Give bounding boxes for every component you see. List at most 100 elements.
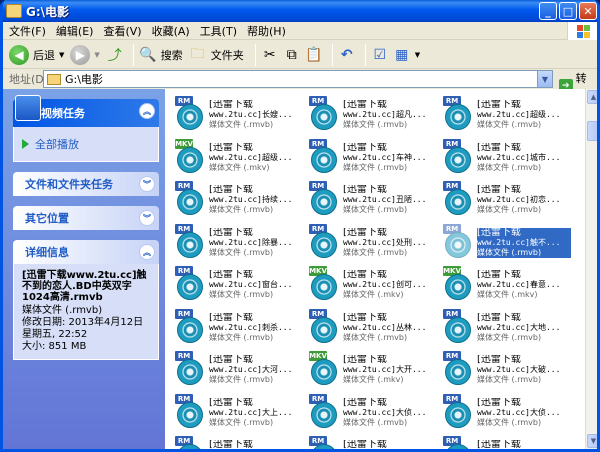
file-item[interactable]: RM [迅雷下载 www.2tu.cc]初恋... 媒体文件 (.rmvb) bbox=[435, 179, 569, 219]
file-item[interactable]: RM [迅雷下载 bbox=[435, 434, 569, 449]
minimize-button[interactable]: _ bbox=[539, 2, 557, 20]
file-type: 媒体文件 (.rmvb) bbox=[343, 205, 408, 214]
forward-dropdown-icon[interactable]: ▼ bbox=[94, 51, 99, 59]
file-label: [迅雷下载 www.2tu.cc]丑陋... 媒体文件 (.rmvb) bbox=[343, 185, 437, 215]
video-tasks-title: 视频任务 bbox=[41, 107, 85, 120]
views-icon[interactable]: ▦ bbox=[393, 46, 411, 64]
file-name-line2: www.2tu.cc]处刑... bbox=[343, 237, 427, 247]
file-item[interactable]: RM [迅雷下载 www.2tu.cc]丑陋... 媒体文件 (.rmvb) bbox=[301, 179, 435, 219]
file-item[interactable]: RM [迅雷下载 www.2tu.cc]持续... 媒体文件 (.rmvb) bbox=[167, 179, 301, 219]
media-file-icon: RM bbox=[171, 393, 205, 430]
file-item[interactable]: MKV [迅雷下载 www.2tu.cc]春意... 媒体文件 (.mkv) bbox=[435, 264, 569, 304]
explorer-window: G:\电影 _ □ ✕ 文件(F) 编辑(E) 查看(V) 收藏(A) 工具(T… bbox=[0, 0, 600, 452]
details-filename: [迅雷下载www.2tu.cc]触不到的恋人.BD中英双字1024高清.rmvb bbox=[22, 270, 147, 303]
address-bar: 地址(D) G:\电影 ▼ ➔ 转到 bbox=[3, 70, 597, 101]
media-file-icon: RM bbox=[171, 351, 205, 387]
film-reel-icon bbox=[311, 104, 337, 130]
menu-tools[interactable]: 工具(T) bbox=[200, 23, 237, 39]
file-name-line2: www.2tu.cc]窗台... bbox=[209, 280, 293, 289]
address-input[interactable]: G:\电影 ▼ bbox=[43, 70, 553, 88]
file-item[interactable]: RM [迅雷下载 www.2tu.cc]超凡... 媒体文件 (.rmvb) bbox=[301, 94, 435, 134]
details-header[interactable]: 详细信息 ︽ bbox=[13, 240, 159, 264]
collapse-chevron-icon[interactable]: ︽ bbox=[139, 103, 155, 119]
scrollbar-thumb[interactable] bbox=[587, 121, 597, 141]
scroll-up-icon[interactable]: ▲ bbox=[587, 90, 597, 104]
file-item[interactable]: RM [迅雷下载 www.2tu.cc]大破... 媒体文件 (.rmvb) bbox=[435, 349, 569, 389]
menu-view[interactable]: 查看(V) bbox=[103, 23, 141, 39]
media-file-icon: RM bbox=[439, 181, 473, 217]
task-pane: 视频任务 ︽ 全部播放 文件和文件夹任务 ︾ 其它位置 ︾ 详细信息 ︽ [迅雷… bbox=[3, 89, 165, 449]
cut-icon[interactable]: ✂ bbox=[261, 46, 279, 64]
folders-icon: 🗀 bbox=[190, 45, 205, 62]
file-item[interactable]: RM [迅雷下载 www.2tu.cc]超级... 媒体文件 (.rmvb) bbox=[435, 94, 569, 134]
file-item[interactable]: RM [迅雷下载 www.2tu.cc]丛林... 媒体文件 (.rmvb) bbox=[301, 307, 435, 347]
file-label: [迅雷下载 www.2tu.cc]大上... 媒体文件 (.rmvb) bbox=[209, 398, 303, 428]
file-label: [迅雷下载 www.2tu.cc]大河... 媒体文件 (.rmvb) bbox=[209, 355, 303, 385]
video-tasks-header[interactable]: 视频任务 ︽ bbox=[13, 95, 159, 127]
file-item[interactable]: MKV [迅雷下载 www.2tu.cc]大开... 媒体文件 (.mkv) bbox=[301, 349, 435, 389]
back-button[interactable]: ◀ 后退 ▼ bbox=[9, 43, 64, 67]
file-item[interactable]: RM [迅雷下载 www.2tu.cc]长嫂... 媒体文件 (.rmvb) bbox=[167, 94, 301, 134]
file-list-view[interactable]: RM [迅雷下载 www.2tu.cc]长嫂... 媒体文件 (.rmvb) RM [迅雷… bbox=[165, 89, 585, 449]
file-name-line2: www.2tu.cc]车神... bbox=[343, 152, 427, 162]
file-name-line2: www.2tu.cc]城市... bbox=[477, 152, 561, 162]
forward-button[interactable]: ▶ ▼ bbox=[70, 43, 100, 67]
film-reel-icon bbox=[311, 231, 337, 258]
file-item[interactable]: RM [迅雷下载 www.2tu.cc]车神... 媒体文件 (.rmvb) bbox=[301, 137, 435, 177]
play-all-link[interactable]: 全部播放 bbox=[22, 133, 150, 155]
file-name-line2: www.2tu.cc]大侦... bbox=[477, 407, 561, 417]
views-dropdown-icon[interactable]: ▼ bbox=[415, 51, 420, 59]
file-label: [迅雷下载 www.2tu.cc]丛林... 媒体文件 (.rmvb) bbox=[343, 313, 437, 343]
file-item[interactable]: RM [迅雷下载 www.2tu.cc]城市... 媒体文件 (.rmvb) bbox=[435, 137, 569, 177]
back-dropdown-icon[interactable]: ▼ bbox=[59, 51, 64, 59]
file-item[interactable]: RM [迅雷下载 www.2tu.cc]大侦... 媒体文件 (.rmvb) bbox=[435, 392, 569, 432]
film-reel-icon bbox=[177, 189, 203, 215]
video-icon bbox=[15, 95, 41, 121]
menu-favorites[interactable]: 收藏(A) bbox=[152, 23, 190, 39]
media-file-icon: RM bbox=[171, 436, 205, 449]
file-label: [迅雷下载 www.2tu.cc]窗台... 媒体文件 (.rmvb) bbox=[209, 270, 303, 300]
menu-file[interactable]: 文件(F) bbox=[9, 23, 46, 39]
file-item[interactable]: RM [迅雷下载 www.2tu.cc]大上... 媒体文件 (.rmvb) bbox=[167, 392, 301, 432]
file-name-line1: [迅雷下载 bbox=[477, 142, 521, 153]
file-item[interactable]: RM [迅雷下载 www.2tu.cc]大侦... 媒体文件 (.rmvb) bbox=[301, 392, 435, 432]
file-item[interactable]: RM [迅雷下载 www.2tu.cc]大地... 媒体文件 (.rmvb) bbox=[435, 307, 569, 347]
file-item[interactable]: RM [迅雷下载 www.2tu.cc]刺杀... 媒体文件 (.rmvb) bbox=[167, 307, 301, 347]
other-places-header[interactable]: 其它位置 ︾ bbox=[13, 206, 159, 230]
file-label: [迅雷下载 www.2tu.cc]大破... 媒体文件 (.rmvb) bbox=[477, 355, 571, 385]
file-item[interactable]: RM [迅雷下载 www.2tu.cc]大河... 媒体文件 (.rmvb) bbox=[167, 349, 301, 389]
scroll-down-icon[interactable]: ▼ bbox=[587, 434, 597, 448]
undo-icon[interactable]: ↶ bbox=[338, 46, 356, 64]
close-button[interactable]: ✕ bbox=[579, 2, 597, 20]
menu-edit[interactable]: 编辑(E) bbox=[56, 23, 94, 39]
file-item[interactable]: MKV [迅雷下载 www.2tu.cc]创可... 媒体文件 (.mkv) bbox=[301, 264, 435, 304]
vertical-scrollbar[interactable]: ▲ ▼ bbox=[585, 89, 597, 449]
paste-icon[interactable]: 📋 bbox=[305, 46, 323, 64]
file-folder-tasks-header[interactable]: 文件和文件夹任务 ︾ bbox=[13, 172, 159, 196]
maximize-button[interactable]: □ bbox=[559, 2, 577, 20]
menu-help[interactable]: 帮助(H) bbox=[247, 23, 286, 39]
copy-icon[interactable]: ⧉ bbox=[283, 46, 301, 64]
search-button[interactable]: 🔍 搜索 bbox=[139, 43, 183, 67]
folders-button[interactable]: 🗀 文件夹 bbox=[189, 43, 244, 67]
file-item[interactable]: RM [迅雷下载 bbox=[167, 434, 301, 449]
file-item[interactable]: RM [迅雷下载 www.2tu.cc]处刑... 媒体文件 (.rmvb) bbox=[301, 222, 435, 262]
expand-chevron-icon[interactable]: ︾ bbox=[139, 210, 155, 226]
search-icon: 🔍 bbox=[139, 46, 157, 63]
expand-chevron-icon[interactable]: ︾ bbox=[139, 176, 155, 192]
file-name-line1: [迅雷下载 bbox=[477, 100, 521, 110]
file-item[interactable]: RM [迅雷下载 www.2tu.cc]除暴... 媒体文件 (.rmvb) bbox=[167, 222, 301, 262]
file-item[interactable]: RM [迅雷下载 bbox=[301, 434, 435, 449]
properties-icon[interactable]: ☑ bbox=[371, 46, 389, 64]
file-item[interactable]: RM [迅雷下载 www.2tu.cc]触不... 媒体文件 (.rmvb) bbox=[435, 222, 571, 262]
title-bar[interactable]: G:\电影 _ □ ✕ bbox=[3, 0, 597, 22]
file-label: [迅雷下载 www.2tu.cc]春意... 媒体文件 (.mkv) bbox=[477, 270, 571, 300]
file-item[interactable]: RM [迅雷下载 www.2tu.cc]窗台... 媒体文件 (.rmvb) bbox=[167, 264, 301, 304]
collapse-chevron-icon[interactable]: ︽ bbox=[139, 244, 155, 260]
up-folder-icon[interactable]: ⤴ bbox=[106, 46, 124, 64]
file-item[interactable]: MKV [迅雷下载 www.2tu.cc]超级... 媒体文件 (.mkv) bbox=[167, 137, 301, 177]
address-dropdown-icon[interactable]: ▼ bbox=[537, 71, 552, 87]
file-label: [迅雷下载 www.2tu.cc]触不... 媒体文件 (.rmvb) bbox=[477, 227, 571, 258]
file-type: 媒体文件 (.mkv) bbox=[209, 162, 270, 172]
file-name-line1: [迅雷下载 bbox=[343, 142, 387, 153]
